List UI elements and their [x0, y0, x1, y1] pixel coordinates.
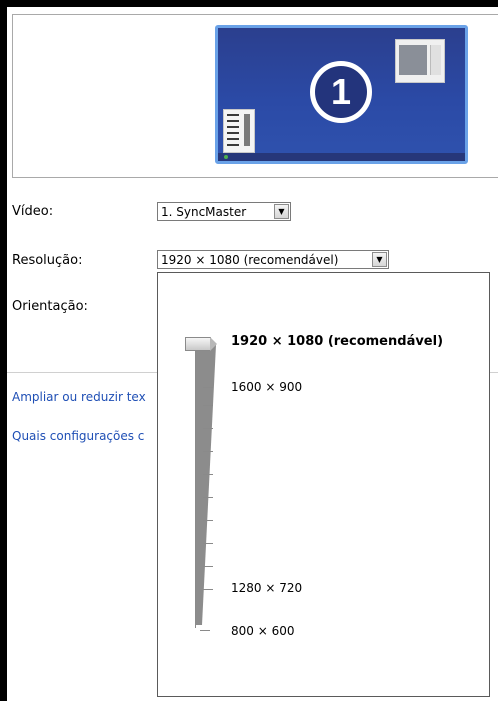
chevron-down-icon[interactable]: ▼ [372, 252, 387, 267]
resolution-option-1920x1080[interactable]: 1920 × 1080 (recomendável) [231, 334, 443, 349]
video-select[interactable]: 1. SyncMaster ▼ [157, 202, 291, 221]
window-frame-top [0, 0, 498, 7]
mini-window-icon [395, 39, 445, 83]
resolution-option-1280x720[interactable]: 1280 × 720 [231, 581, 302, 595]
resolution-option-1600x900[interactable]: 1600 × 900 [231, 380, 302, 394]
slider-tick [203, 520, 213, 521]
enlarge-text-link[interactable]: Ampliar ou reduzir tex [12, 390, 157, 404]
video-label: Vídeo: [12, 204, 54, 219]
slider-tick [203, 428, 213, 429]
resolution-label: Resolução: [12, 253, 83, 268]
mini-window-icon [223, 109, 255, 153]
slider-tick [203, 497, 213, 498]
chevron-down-icon[interactable]: ▼ [274, 204, 289, 219]
slider-tick [203, 589, 213, 590]
which-settings-link[interactable]: Quais configurações c [12, 429, 157, 443]
slider-tick [203, 405, 213, 406]
slider-track[interactable] [195, 348, 196, 628]
orientation-label: Orientação: [12, 299, 88, 314]
slider-tick [203, 451, 213, 452]
slider-tick [203, 566, 213, 567]
video-select-value: 1. SyncMaster [161, 204, 247, 219]
slider-thumb[interactable] [185, 337, 217, 351]
resolution-select[interactable]: 1920 × 1080 (recomendável) ▼ [157, 250, 389, 269]
slider-tick [200, 630, 210, 631]
mini-taskbar [218, 153, 465, 161]
monitor-1-thumbnail[interactable]: 1 [215, 25, 468, 164]
monitor-number-badge: 1 [310, 61, 372, 123]
window-frame-left [0, 0, 7, 701]
resolution-select-value: 1920 × 1080 (recomendável) [161, 252, 339, 267]
slider-tick [203, 474, 213, 475]
slider-tick [203, 543, 213, 544]
slider-tick [203, 387, 213, 388]
resolution-option-800x600[interactable]: 800 × 600 [231, 624, 295, 638]
